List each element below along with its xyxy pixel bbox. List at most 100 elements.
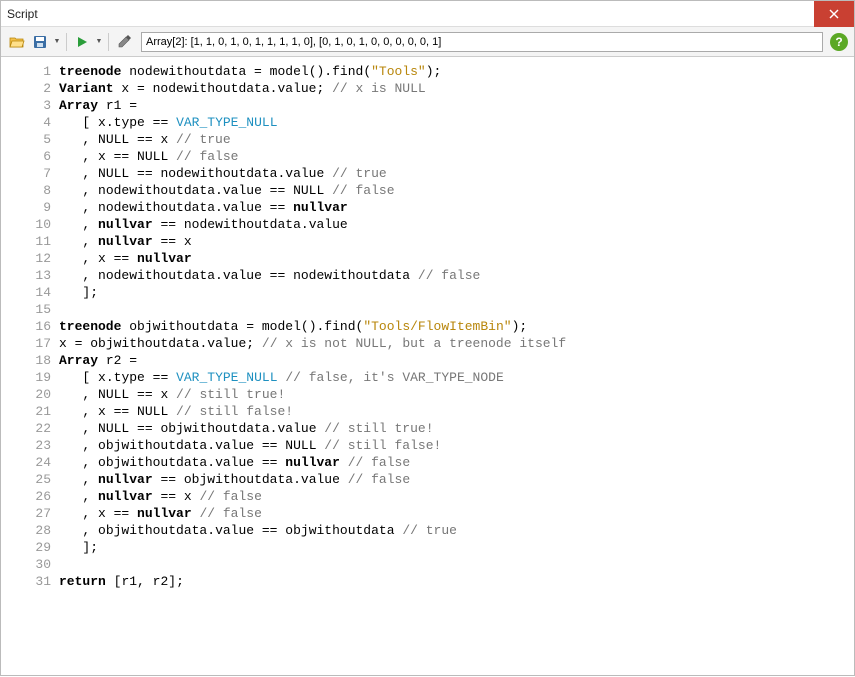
code-line[interactable]: 15	[1, 301, 854, 318]
line-number: 27	[1, 505, 59, 522]
open-icon	[9, 34, 25, 50]
code-content[interactable]: return [r1, r2];	[59, 573, 854, 590]
code-line[interactable]: 11 , nullvar == x	[1, 233, 854, 250]
line-number: 11	[1, 233, 59, 250]
close-button[interactable]	[814, 1, 854, 27]
code-content[interactable]: , x == NULL // false	[59, 148, 854, 165]
code-line[interactable]: 25 , nullvar == objwithoutdata.value // …	[1, 471, 854, 488]
line-number: 9	[1, 199, 59, 216]
code-line[interactable]: 23 , objwithoutdata.value == NULL // sti…	[1, 437, 854, 454]
code-line[interactable]: 3Array r1 =	[1, 97, 854, 114]
code-line[interactable]: 2Variant x = nodewithoutdata.value; // x…	[1, 80, 854, 97]
line-number: 20	[1, 386, 59, 403]
code-line[interactable]: 22 , NULL == objwithoutdata.value // sti…	[1, 420, 854, 437]
line-number: 18	[1, 352, 59, 369]
line-number: 23	[1, 437, 59, 454]
line-number: 25	[1, 471, 59, 488]
line-number: 1	[1, 63, 59, 80]
code-line[interactable]: 7 , NULL == nodewithoutdata.value // tru…	[1, 165, 854, 182]
code-line[interactable]: 10 , nullvar == nodewithoutdata.value	[1, 216, 854, 233]
code-line[interactable]: 27 , x == nullvar // false	[1, 505, 854, 522]
code-line[interactable]: 17x = objwithoutdata.value; // x is not …	[1, 335, 854, 352]
line-number: 26	[1, 488, 59, 505]
code-line[interactable]: 18Array r2 =	[1, 352, 854, 369]
code-line[interactable]: 6 , x == NULL // false	[1, 148, 854, 165]
line-number: 10	[1, 216, 59, 233]
result-field[interactable]	[141, 32, 823, 52]
code-line[interactable]: 8 , nodewithoutdata.value == NULL // fal…	[1, 182, 854, 199]
line-number: 6	[1, 148, 59, 165]
window-title: Script	[7, 7, 38, 21]
line-number: 31	[1, 573, 59, 590]
titlebar: Script	[1, 1, 854, 27]
code-line[interactable]: 30	[1, 556, 854, 573]
line-number: 7	[1, 165, 59, 182]
code-content[interactable]: , NULL == x // still true!	[59, 386, 854, 403]
code-line[interactable]: 28 , objwithoutdata.value == objwithoutd…	[1, 522, 854, 539]
code-content[interactable]	[59, 301, 854, 318]
line-number: 29	[1, 539, 59, 556]
line-number: 5	[1, 131, 59, 148]
line-number: 21	[1, 403, 59, 420]
code-content[interactable]: , objwithoutdata.value == NULL // still …	[59, 437, 854, 454]
code-line[interactable]: 19 [ x.type == VAR_TYPE_NULL // false, i…	[1, 369, 854, 386]
code-content[interactable]: , nullvar == nodewithoutdata.value	[59, 216, 854, 233]
code-line[interactable]: 26 , nullvar == x // false	[1, 488, 854, 505]
help-button[interactable]: ?	[830, 33, 848, 51]
code-line[interactable]: 4 [ x.type == VAR_TYPE_NULL	[1, 114, 854, 131]
code-content[interactable]: treenode objwithoutdata = model().find("…	[59, 318, 854, 335]
code-content[interactable]: , NULL == x // true	[59, 131, 854, 148]
code-line[interactable]: 29 ];	[1, 539, 854, 556]
line-number: 15	[1, 301, 59, 318]
save-icon	[32, 34, 48, 50]
line-number: 17	[1, 335, 59, 352]
save-dropdown[interactable]: ▼	[53, 32, 61, 52]
code-line[interactable]: 21 , x == NULL // still false!	[1, 403, 854, 420]
code-line[interactable]: 14 ];	[1, 284, 854, 301]
code-line[interactable]: 5 , NULL == x // true	[1, 131, 854, 148]
code-line[interactable]: 9 , nodewithoutdata.value == nullvar	[1, 199, 854, 216]
code-content[interactable]: , nullvar == objwithoutdata.value // fal…	[59, 471, 854, 488]
code-content[interactable]: , x == nullvar	[59, 250, 854, 267]
code-content[interactable]: , nodewithoutdata.value == nodewithoutda…	[59, 267, 854, 284]
code-content[interactable]: Array r2 =	[59, 352, 854, 369]
code-content[interactable]: , NULL == objwithoutdata.value // still …	[59, 420, 854, 437]
code-content[interactable]: Array r1 =	[59, 97, 854, 114]
code-line[interactable]: 31return [r1, r2];	[1, 573, 854, 590]
line-number: 8	[1, 182, 59, 199]
code-line[interactable]: 13 , nodewithoutdata.value == nodewithou…	[1, 267, 854, 284]
open-button[interactable]	[7, 32, 27, 52]
code-editor[interactable]: 1treenode nodewithoutdata = model().find…	[1, 57, 854, 677]
code-content[interactable]: , x == NULL // still false!	[59, 403, 854, 420]
code-line[interactable]: 24 , objwithoutdata.value == nullvar // …	[1, 454, 854, 471]
line-number: 12	[1, 250, 59, 267]
run-button[interactable]	[72, 32, 92, 52]
code-content[interactable]: [ x.type == VAR_TYPE_NULL // false, it's…	[59, 369, 854, 386]
code-content[interactable]	[59, 556, 854, 573]
line-number: 3	[1, 97, 59, 114]
code-content[interactable]: , nullvar == x	[59, 233, 854, 250]
code-line[interactable]: 12 , x == nullvar	[1, 250, 854, 267]
line-number: 22	[1, 420, 59, 437]
code-content[interactable]: , x == nullvar // false	[59, 505, 854, 522]
code-content[interactable]: , objwithoutdata.value == objwithoutdata…	[59, 522, 854, 539]
code-content[interactable]: ];	[59, 539, 854, 556]
code-content[interactable]: [ x.type == VAR_TYPE_NULL	[59, 114, 854, 131]
code-line[interactable]: 16treenode objwithoutdata = model().find…	[1, 318, 854, 335]
sampler-button[interactable]	[114, 32, 134, 52]
code-content[interactable]: , nodewithoutdata.value == nullvar	[59, 199, 854, 216]
code-content[interactable]: , nodewithoutdata.value == NULL // false	[59, 182, 854, 199]
code-content[interactable]: treenode nodewithoutdata = model().find(…	[59, 63, 854, 80]
code-content[interactable]: Variant x = nodewithoutdata.value; // x …	[59, 80, 854, 97]
code-line[interactable]: 1treenode nodewithoutdata = model().find…	[1, 63, 854, 80]
code-content[interactable]: x = objwithoutdata.value; // x is not NU…	[59, 335, 854, 352]
code-content[interactable]: , NULL == nodewithoutdata.value // true	[59, 165, 854, 182]
code-content[interactable]: ];	[59, 284, 854, 301]
code-content[interactable]: , nullvar == x // false	[59, 488, 854, 505]
line-number: 2	[1, 80, 59, 97]
run-dropdown[interactable]: ▼	[95, 32, 103, 52]
close-icon	[829, 9, 839, 19]
save-button[interactable]	[30, 32, 50, 52]
code-line[interactable]: 20 , NULL == x // still true!	[1, 386, 854, 403]
code-content[interactable]: , objwithoutdata.value == nullvar // fal…	[59, 454, 854, 471]
